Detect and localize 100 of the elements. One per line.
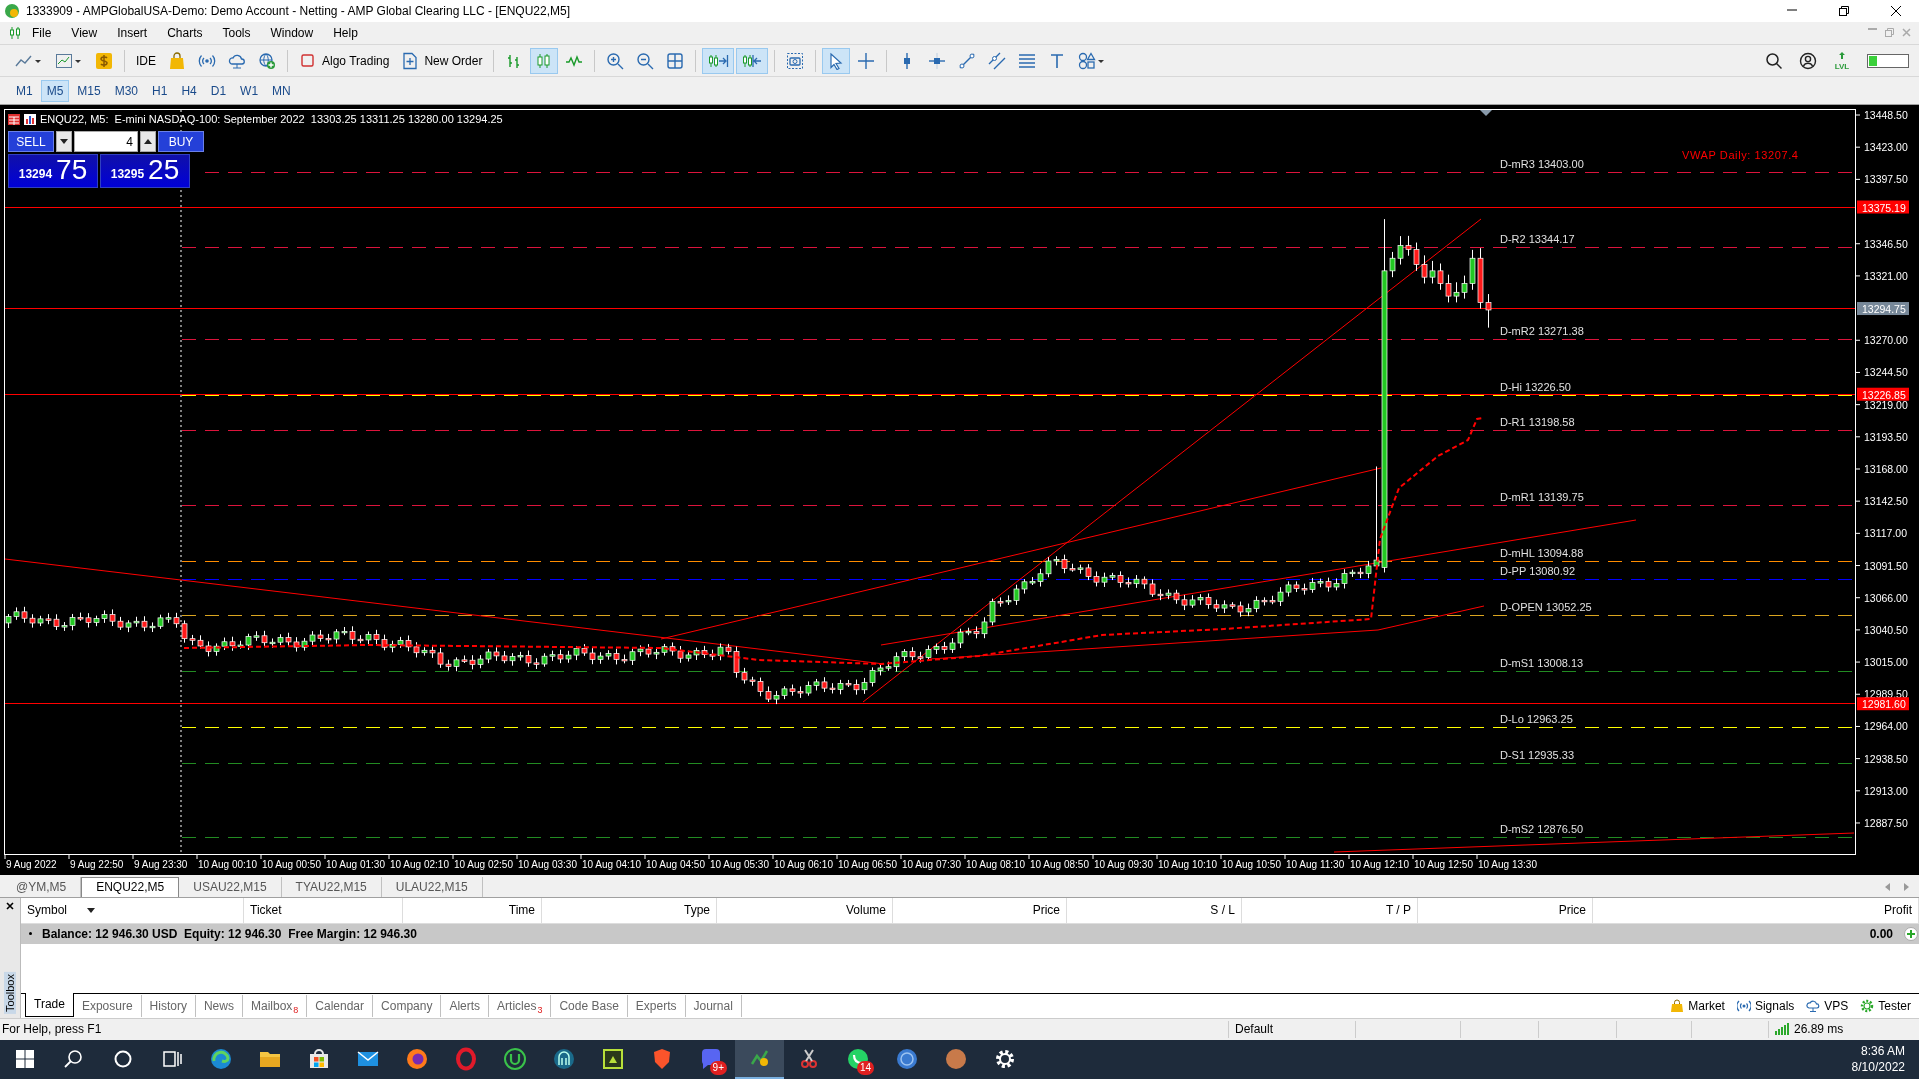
toolbar-button[interactable]: Algo Trading xyxy=(294,47,395,74)
column-header[interactable]: Volume xyxy=(845,903,886,918)
toolbar-button[interactable]: IDE xyxy=(131,47,161,74)
column-header[interactable]: Type xyxy=(684,903,710,918)
time-label: 9 Aug 22:50 xyxy=(70,859,124,871)
horizontal-line-icon xyxy=(928,51,947,70)
menu-item[interactable]: Help xyxy=(323,25,368,40)
toolbox-link[interactable]: Market xyxy=(1670,999,1725,1013)
price-label: 13117.00 xyxy=(1864,527,1907,540)
menu-item[interactable]: View xyxy=(61,25,108,40)
chart-tab[interactable]: ULAU22,M15 xyxy=(381,877,483,897)
decrease-button[interactable] xyxy=(56,131,72,153)
toolbox-tab[interactable]: Alerts xyxy=(441,995,490,1017)
close-icon xyxy=(6,902,14,910)
price-tag: 12981.60 xyxy=(1857,697,1909,711)
timeframe-button[interactable]: M5 xyxy=(40,79,70,102)
chart-icon xyxy=(24,113,36,125)
camera-icon xyxy=(786,51,805,70)
ping-text: 26.89 ms xyxy=(1794,1022,1844,1037)
add-icon xyxy=(1904,927,1918,941)
timeframe-button[interactable]: H1 xyxy=(146,79,174,102)
timeframe-button[interactable]: M15 xyxy=(71,79,107,102)
toolbar-button[interactable] xyxy=(702,47,735,74)
scroll-right-icon xyxy=(1904,883,1909,891)
level-label: D-OPEN 13052.25 xyxy=(1500,600,1592,613)
vwap-label: VWAP Daily: 13207.4 xyxy=(1682,149,1799,162)
time-label: 9 Aug 2022 xyxy=(6,859,57,871)
price-label: 13270.00 xyxy=(1864,334,1908,347)
taskbar-app[interactable]: 9+ xyxy=(686,1040,735,1079)
timeframe-button[interactable]: W1 xyxy=(234,79,265,102)
price-label: 13219.00 xyxy=(1864,398,1908,411)
time-label: 10 Aug 10:50 xyxy=(1222,859,1281,871)
buy-price[interactable]: 13295 25 xyxy=(100,154,190,189)
chart-tab[interactable]: USAU22,M15 xyxy=(179,877,282,897)
dollar-icon xyxy=(95,51,113,70)
menu-item[interactable]: Tools xyxy=(212,25,261,40)
menu-item[interactable]: Charts xyxy=(157,25,213,40)
sell-button[interactable]: SELL xyxy=(8,131,54,153)
menu-item[interactable]: Insert xyxy=(107,25,158,40)
price-label: 12938.50 xyxy=(1864,752,1908,765)
menu-item[interactable]: File xyxy=(22,25,62,40)
broadcast-icon xyxy=(1736,999,1751,1013)
price-tag: 13294.75 xyxy=(1857,302,1909,316)
column-header[interactable]: S / L xyxy=(1210,903,1235,918)
toolbox-link[interactable]: Tester xyxy=(1860,999,1911,1013)
toolbox-tab[interactable]: Journal xyxy=(685,995,742,1017)
toolbox-tab[interactable]: Exposure xyxy=(73,995,142,1017)
toolbar-button[interactable] xyxy=(736,47,769,74)
time-label: 10 Aug 10:10 xyxy=(1158,859,1217,871)
column-header[interactable]: Time xyxy=(508,903,535,918)
chart-tab[interactable]: TYAU22,M15 xyxy=(281,877,382,897)
increase-button[interactable] xyxy=(140,131,156,153)
column-header[interactable]: Ticket xyxy=(250,903,282,918)
toolbox-link[interactable]: VPS xyxy=(1806,999,1849,1013)
toolbox-tab[interactable]: History xyxy=(141,995,196,1017)
time-label: 10 Aug 13:30 xyxy=(1478,859,1537,871)
level-label: D-R1 13198.58 xyxy=(1500,415,1575,428)
shapes-icon xyxy=(1078,51,1107,70)
close-icon xyxy=(1902,28,1911,38)
price-label: 13423.00 xyxy=(1864,141,1908,154)
browser-icon xyxy=(208,1047,233,1072)
grid-icon xyxy=(666,51,685,70)
column-header[interactable]: Price xyxy=(1558,903,1586,918)
sell-price[interactable]: 13294 75 xyxy=(8,154,98,189)
buy-button[interactable]: BUY xyxy=(158,131,204,153)
trend-line-icon xyxy=(958,51,977,70)
timeframe-button[interactable]: M1 xyxy=(10,79,39,102)
timeframe-button[interactable]: H4 xyxy=(175,79,203,102)
timeframe-button[interactable]: D1 xyxy=(204,79,233,102)
time-label: 10 Aug 09:30 xyxy=(1094,859,1153,871)
toolbar-button[interactable] xyxy=(822,47,851,74)
column-header[interactable]: Price xyxy=(1032,903,1060,918)
level-label: D-mR2 13271.38 xyxy=(1500,324,1584,337)
chart-tab[interactable]: ENQU22,M5 xyxy=(81,877,180,897)
timeframe-button[interactable]: MN xyxy=(266,79,297,102)
menu-item[interactable]: Window xyxy=(260,25,324,40)
toolbox-tab[interactable]: Trade xyxy=(25,993,74,1017)
column-header[interactable]: Symbol xyxy=(27,903,67,918)
clock-date: 8/10/2022 xyxy=(1851,1060,1905,1075)
column-header[interactable]: T / P xyxy=(1385,903,1411,918)
bullet-icon xyxy=(29,932,32,936)
timeframe-button[interactable]: M30 xyxy=(108,79,145,102)
crosshair-icon xyxy=(857,51,876,70)
taskbar-app[interactable]: 14 xyxy=(833,1040,882,1079)
price-label: 13346.50 xyxy=(1864,237,1908,250)
connection-meter-icon xyxy=(1867,53,1909,68)
toolbox-link[interactable]: Signals xyxy=(1736,999,1795,1013)
level-label: D-Lo 12963.25 xyxy=(1500,712,1573,725)
toolbox-tab[interactable]: Calendar xyxy=(307,995,374,1017)
search-icon xyxy=(1765,51,1783,70)
toolbox-tab[interactable]: Company xyxy=(373,995,442,1017)
toolbox-tab[interactable]: News xyxy=(195,995,243,1017)
column-header[interactable]: Profit xyxy=(1884,903,1912,918)
toolbox-tab[interactable]: Code Base xyxy=(551,995,628,1017)
volume-field[interactable]: 4 xyxy=(74,131,138,153)
scroll-left-icon xyxy=(1885,883,1890,891)
toolbar-button[interactable]: New Order xyxy=(396,47,488,74)
toolbox-tab[interactable]: Experts xyxy=(627,995,686,1017)
level-label: D-mR3 13403.00 xyxy=(1500,157,1584,170)
zoom-in-icon xyxy=(606,51,625,70)
